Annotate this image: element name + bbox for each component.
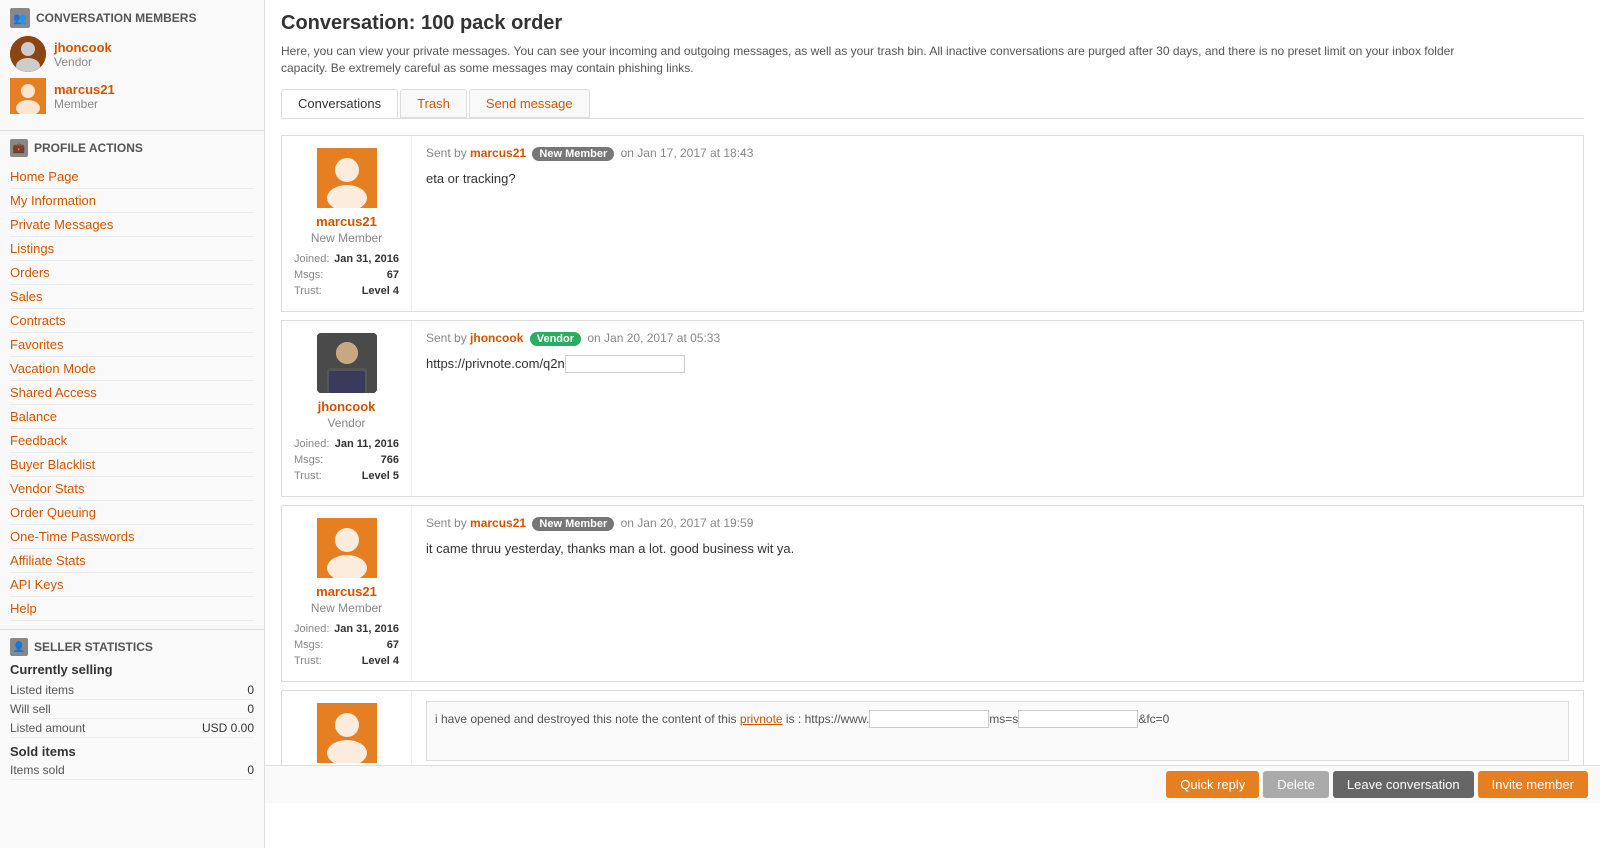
tab-conversations[interactable]: Conversations — [281, 89, 398, 118]
nav-contracts[interactable]: Contracts — [10, 309, 254, 333]
message-block-2: jhoncook Vendor Joined: Jan 11, 2016 Msg… — [281, 320, 1584, 497]
main-content: Conversation: 100 pack order Here, you c… — [265, 0, 1600, 848]
profile-actions-header: 💼 PROFILE ACTIONS — [10, 139, 254, 157]
message-meta-3: Sent by marcus21 New Member on Jan 20, 2… — [426, 516, 1569, 531]
message-text-3: it came thruu yesterday, thanks man a lo… — [426, 539, 1569, 559]
nav-sales[interactable]: Sales — [10, 285, 254, 309]
badge-new-member-3: New Member — [532, 517, 614, 531]
author-name-2[interactable]: jhoncook — [318, 399, 376, 414]
nav-private-messages[interactable]: Private Messages — [10, 213, 254, 237]
nav-one-time-passwords[interactable]: One-Time Passwords — [10, 525, 254, 549]
stats-will-sell: Will sell 0 — [10, 700, 254, 719]
tab-trash[interactable]: Trash — [400, 89, 467, 118]
message-content-1: Sent by marcus21 New Member on Jan 17, 2… — [412, 136, 1583, 311]
nav-api-keys[interactable]: API Keys — [10, 573, 254, 597]
messages-container: marcus21 New Member Joined: Jan 31, 2016… — [281, 135, 1584, 790]
badge-new-member-1: New Member — [532, 147, 614, 161]
message-content-2: Sent by jhoncook Vendor on Jan 20, 2017 … — [412, 321, 1583, 496]
author-avatar-1 — [317, 148, 377, 208]
tabs-bar: Conversations Trash Send message — [281, 89, 1584, 119]
author-panel-2: jhoncook Vendor Joined: Jan 11, 2016 Msg… — [282, 321, 412, 496]
message-meta-2: Sent by jhoncook Vendor on Jan 20, 2017 … — [426, 331, 1569, 346]
nav-listings[interactable]: Listings — [10, 237, 254, 261]
message-block-3: marcus21 New Member Joined: Jan 31, 2016… — [281, 505, 1584, 682]
author-avatar-3 — [317, 518, 377, 578]
vendor-avatar — [10, 36, 46, 72]
nav-affiliate-stats[interactable]: Affiliate Stats — [10, 549, 254, 573]
nav-order-queuing[interactable]: Order Queuing — [10, 501, 254, 525]
message-meta-1: Sent by marcus21 New Member on Jan 17, 2… — [426, 146, 1569, 161]
message-block-1: marcus21 New Member Joined: Jan 31, 2016… — [281, 135, 1584, 312]
author-avatar-2 — [317, 333, 377, 393]
nav-help[interactable]: Help — [10, 597, 254, 621]
sidebar: 👥 CONVERSATION MEMBERS jhoncook Vendor — [0, 0, 265, 848]
page-description: Here, you can view your private messages… — [281, 43, 1481, 77]
member-info: marcus21 Member — [54, 82, 115, 111]
invite-member-button[interactable]: Invite member — [1478, 771, 1588, 798]
author-stats-1: Joined: Jan 31, 2016 Msgs: 67 Trust: Lev… — [294, 251, 399, 299]
member-avatar — [10, 78, 46, 114]
briefcase-icon: 💼 — [10, 139, 28, 157]
nav-shared-access[interactable]: Shared Access — [10, 381, 254, 405]
stats-icon: 👤 — [10, 638, 28, 656]
url-input-1[interactable] — [869, 710, 989, 728]
group-icon: 👥 — [10, 8, 30, 28]
author-role-2: Vendor — [327, 416, 365, 430]
message-content-3: Sent by marcus21 New Member on Jan 20, 2… — [412, 506, 1583, 681]
tab-send-message[interactable]: Send message — [469, 89, 590, 118]
url-input-2[interactable] — [1018, 710, 1138, 728]
bottom-action-bar: Quick reply Delete Leave conversation In… — [265, 765, 1600, 803]
delete-button[interactable]: Delete — [1263, 771, 1329, 798]
vendor-info: jhoncook Vendor — [54, 40, 112, 69]
seller-stats-header: 👤 SELLER STATISTICS — [10, 638, 254, 656]
message-text-2: https://privnote.com/q2n — [426, 354, 1569, 374]
nav-orders[interactable]: Orders — [10, 261, 254, 285]
member-vendor: jhoncook Vendor — [10, 36, 254, 72]
stats-listed-items: Listed items 0 — [10, 681, 254, 700]
badge-vendor-1: Vendor — [530, 332, 581, 346]
conv-members-header: 👥 CONVERSATION MEMBERS — [10, 8, 254, 28]
nav-balance[interactable]: Balance — [10, 405, 254, 429]
nav-my-information[interactable]: My Information — [10, 189, 254, 213]
author-stats-3: Joined: Jan 31, 2016 Msgs: 67 Trust: Lev… — [294, 621, 399, 669]
nav-feedback[interactable]: Feedback — [10, 429, 254, 453]
sender-link-2[interactable]: jhoncook — [470, 331, 523, 345]
stats-listed-amount: Listed amount USD 0.00 — [10, 719, 254, 738]
member-buyer: marcus21 Member — [10, 78, 254, 114]
sender-link-3[interactable]: marcus21 — [470, 516, 526, 530]
author-panel-1: marcus21 New Member Joined: Jan 31, 2016… — [282, 136, 412, 311]
nav-vacation-mode[interactable]: Vacation Mode — [10, 357, 254, 381]
nav-buyer-blacklist[interactable]: Buyer Blacklist — [10, 453, 254, 477]
page-title: Conversation: 100 pack order — [281, 12, 1584, 35]
author-name-1[interactable]: marcus21 — [316, 214, 377, 229]
author-role-1: New Member — [311, 231, 382, 245]
message-text-1: eta or tracking? — [426, 169, 1569, 189]
profile-actions-section: 💼 PROFILE ACTIONS Home Page My Informati… — [0, 131, 264, 630]
privnote-link[interactable]: privnote — [740, 712, 783, 726]
author-panel-3: marcus21 New Member Joined: Jan 31, 2016… — [282, 506, 412, 681]
leave-conversation-button[interactable]: Leave conversation — [1333, 771, 1474, 798]
nav-vendor-stats[interactable]: Vendor Stats — [10, 477, 254, 501]
sold-items-label: Sold items — [10, 744, 254, 759]
destroyed-note-text: i have opened and destroyed this note th… — [426, 701, 1569, 761]
nav-home-page[interactable]: Home Page — [10, 165, 254, 189]
author-name-3[interactable]: marcus21 — [316, 584, 377, 599]
author-avatar-4 — [317, 703, 377, 763]
author-stats-2: Joined: Jan 11, 2016 Msgs: 766 Trust: Le… — [294, 436, 399, 484]
currently-selling-label: Currently selling — [10, 662, 254, 677]
stats-items-sold: Items sold 0 — [10, 761, 254, 780]
privnote-input-1[interactable] — [565, 355, 685, 373]
author-role-3: New Member — [311, 601, 382, 615]
sender-link-1[interactable]: marcus21 — [470, 146, 526, 160]
seller-stats-section: 👤 SELLER STATISTICS Currently selling Li… — [0, 630, 264, 788]
conversation-members-section: 👥 CONVERSATION MEMBERS jhoncook Vendor — [0, 0, 264, 131]
quick-reply-button[interactable]: Quick reply — [1166, 771, 1259, 798]
nav-favorites[interactable]: Favorites — [10, 333, 254, 357]
